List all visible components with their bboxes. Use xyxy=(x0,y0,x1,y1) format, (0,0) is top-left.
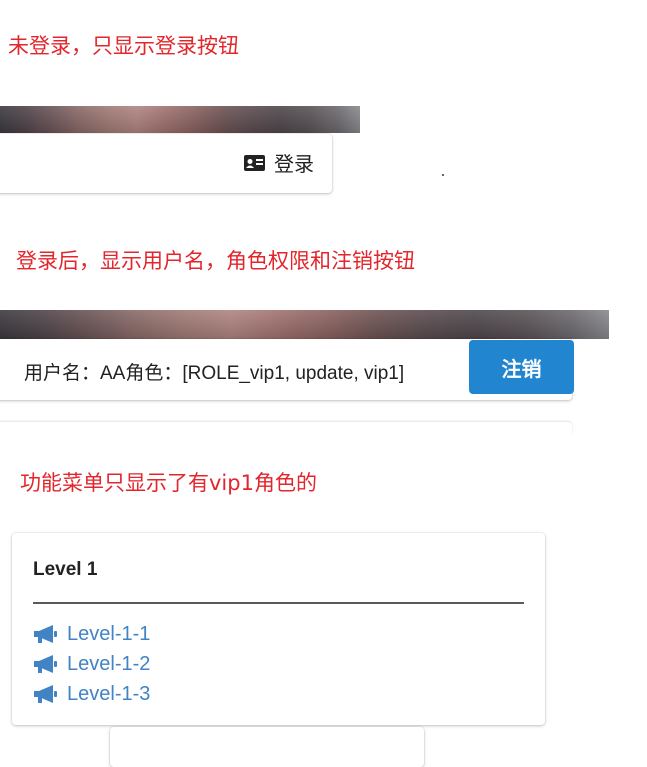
logout-button[interactable]: 注销 xyxy=(469,340,574,394)
level-card-title: Level 1 xyxy=(33,559,98,580)
note-menu: 功能菜单只显示了有vip1角色的 xyxy=(20,471,317,495)
note-logged-in: 登录后，显示用户名，角色权限和注销按钮 xyxy=(16,249,415,273)
level-menu-list: Level-1-1 Level-1-2 Level-1-3 xyxy=(33,619,150,709)
login-button[interactable]: 登录 xyxy=(244,148,314,177)
user-role-info: 用户名：AA角色：[ROLE_vip1, update, vip1] xyxy=(24,363,405,384)
menu-item-label: Level-1-2 xyxy=(67,652,151,675)
level-1-card: Level 1 Level-1-1 Level-1-2 Level-1-3 xyxy=(12,533,545,725)
bullhorn-icon xyxy=(34,655,57,673)
header-background-image xyxy=(0,106,360,133)
level-divider xyxy=(33,602,524,604)
menu-item-level-1-1[interactable]: Level-1-1 xyxy=(33,619,150,649)
menu-item-label: Level-1-3 xyxy=(67,682,151,705)
id-card-icon xyxy=(244,154,265,171)
menu-item-level-1-3[interactable]: Level-1-3 xyxy=(33,679,150,709)
stray-dot xyxy=(442,174,444,176)
menu-item-level-1-2[interactable]: Level-1-2 xyxy=(33,649,150,679)
login-label: 登录 xyxy=(274,152,314,176)
partial-next-card xyxy=(110,727,424,767)
header-background-image-2 xyxy=(0,310,609,339)
logged-out-menu-bar: 登录 xyxy=(0,134,332,193)
bullhorn-icon xyxy=(34,685,57,703)
partial-content-card xyxy=(0,422,572,436)
note-logged-out: 未登录，只显示登录按钮 xyxy=(8,34,239,58)
bullhorn-icon xyxy=(34,625,57,643)
menu-item-label: Level-1-1 xyxy=(67,622,151,645)
